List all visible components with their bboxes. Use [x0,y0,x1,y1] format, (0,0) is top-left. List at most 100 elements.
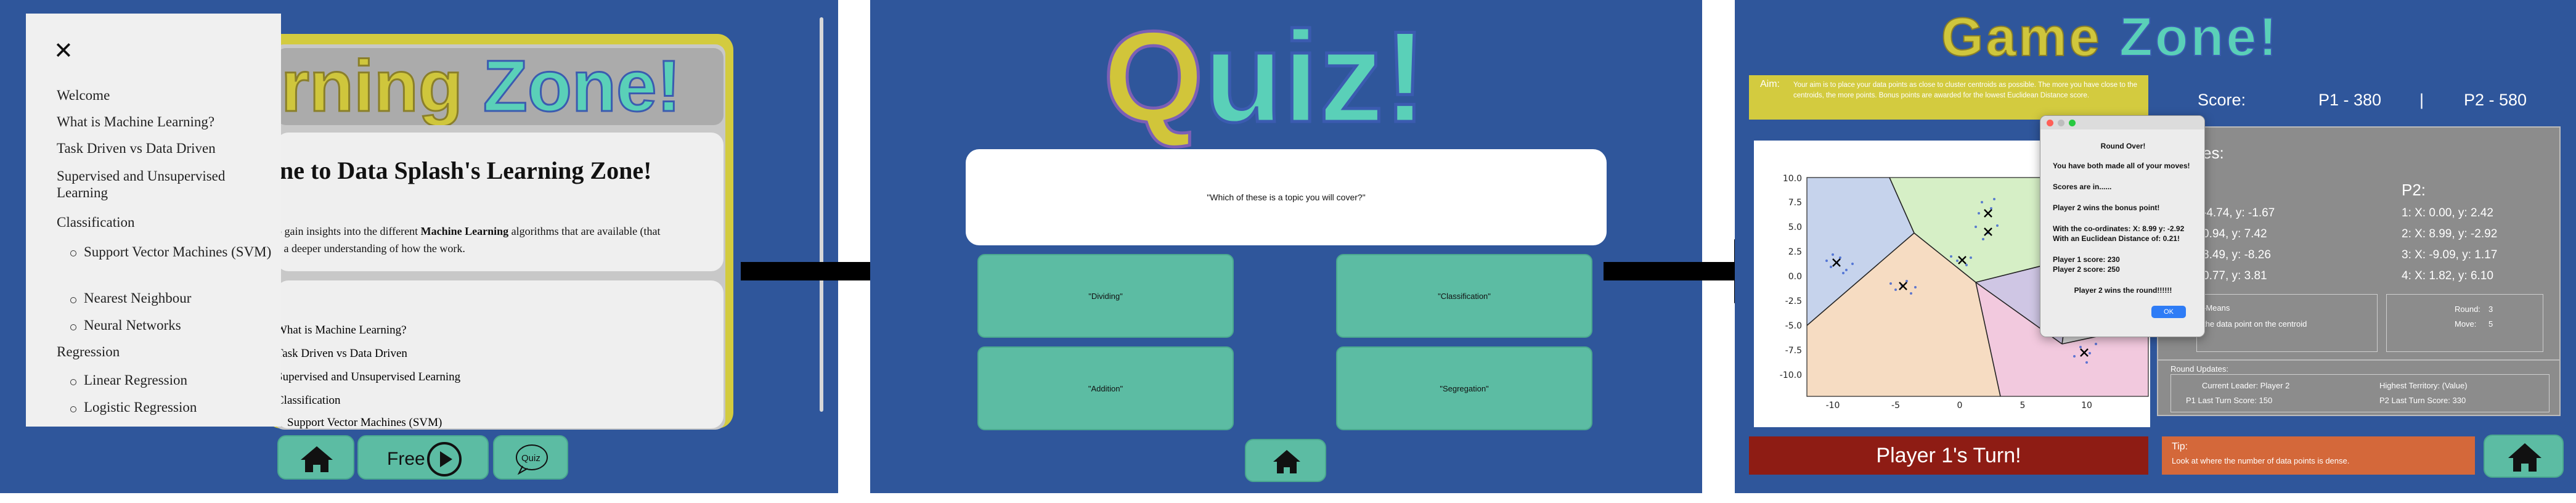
p2-move: 3: X: -9.09, y: 1.17 [2402,248,2498,261]
sidebar-item-linear-regression[interactable]: Linear Regression [84,372,187,388]
scrollbar[interactable] [820,17,823,412]
highest-territory: Highest Territory: (Value) [2379,381,2468,390]
quiz-title: Quiz! [1101,4,1428,149]
sidebar-menu: ✕ Welcome What is Machine Learning? Task… [26,14,281,427]
sidebar-item-what-is-ml[interactable]: What is Machine Learning? [57,114,214,130]
answer-button[interactable]: "Segregation" [1336,346,1592,430]
maximize-window-icon[interactable] [2069,120,2076,126]
p1-move: -4.74, y: -1.67 [2203,207,2275,219]
round-info-box: Round: 3 Move: 5 [2386,294,2543,352]
moves-panel: es: P2: -4.74, y: -1.67 0.94, y: 7.42 8.… [2157,126,2561,416]
x-tick: 5 [2020,401,2026,411]
dialog-titlebar [2040,116,2204,129]
dialog-winner: Player 2 wins the round!!!!!! [2074,286,2172,295]
bullet-icon [70,379,76,385]
home-icon [2508,443,2541,472]
y-tick: -5.0 [1785,321,1802,331]
close-icon[interactable]: ✕ [54,39,73,63]
free-label: Free [387,449,425,469]
dialog-line: With an Euclidean Distance of: 0.21! [2053,234,2180,243]
tip-label: Tip: [2172,441,2188,452]
answer-button[interactable]: "Addition" [977,346,1234,430]
answer-button[interactable]: "Dividing" [977,254,1234,338]
y-tick: 5.0 [1788,223,1802,232]
y-tick: -7.5 [1785,346,1802,356]
dialog-line: Player 2 wins the bonus point! [2053,203,2160,212]
play-icon [427,442,462,476]
game-zone-title: Game Zone! [1941,6,2280,68]
y-tick: 2.5 [1788,247,1802,257]
sidebar-item-welcome[interactable]: Welcome [57,88,110,104]
p2-last-turn: P2 Last Turn Score: 330 [2379,396,2466,405]
aim-text: Your aim is to place your data points as… [1793,81,2138,99]
sidebar-item-regression[interactable]: Regression [57,344,120,360]
home-button[interactable] [1245,439,1326,482]
divider [2158,359,2559,361]
aim-label: Aim: [1760,79,1780,89]
learning-zone-title: rning Zone! [276,48,723,125]
sidebar-item-supervised[interactable]: Supervised and Unsupervised Learning [57,168,266,201]
y-tick: 7.5 [1788,198,1802,208]
quiz-button[interactable]: Quiz [493,435,568,480]
p1-score: P1 - 380 [2318,91,2382,109]
bullet-icon [70,250,76,256]
home-icon [301,446,333,472]
round-over-dialog: Round Over! You have both made all of yo… [2040,115,2205,337]
round-label: Round: [2455,305,2480,314]
move-value: 5 [2488,319,2493,329]
toc-item[interactable]: Task Driven vs Data Driven [276,347,407,361]
p1-move: 8.49, y: -8.26 [2203,248,2271,261]
sidebar-item-classification[interactable]: Classification [57,215,134,231]
p2-move: 2: X: 8.99, y: -2.92 [2402,227,2498,240]
x-tick: -5 [1891,401,1900,411]
p1-last-turn: P1 Last Turn Score: 150 [2186,396,2273,405]
toc-item[interactable]: Support Vector Machines (SVM) [287,416,442,428]
bullet-icon [70,324,76,330]
welcome-card: ne to Data Splash's Learning Zone! o gai… [276,133,723,271]
turn-indicator: Player 1's Turn! [1749,436,2148,475]
close-window-icon[interactable] [2047,120,2053,126]
round-value: 3 [2488,305,2493,314]
toc-item[interactable]: What is Machine Learning? [276,324,407,337]
question-box: "Which of these is a topic you will cove… [966,149,1607,245]
sidebar-item-logistic-regression[interactable]: Logistic Regression [84,399,197,415]
home-icon [1273,450,1300,473]
x-tick: -10 [1826,401,1840,411]
y-tick: -2.5 [1785,296,1802,306]
score-separator: | [2419,91,2424,109]
aim-box: Aim: Your aim is to place your data poin… [1749,75,2148,120]
sidebar-item-nearest-neighbour[interactable]: Nearest Neighbour [84,290,191,306]
round-updates-label: Round Updates: [2170,364,2228,374]
intro-text-line2: e a deeper understanding of how the work… [276,242,465,255]
dialog-line: You have both made all of your moves! [2053,162,2190,170]
minimize-window-icon[interactable] [2058,120,2064,126]
ok-button[interactable]: OK [2151,306,2186,318]
free-play-button[interactable]: Free [357,435,489,480]
sidebar-item-svm[interactable]: Support Vector Machines (SVM) [84,243,281,260]
p2-move: 1: X: 0.00, y: 2.42 [2402,207,2493,219]
home-button[interactable] [2484,435,2564,478]
toc-item[interactable]: Classification [276,394,340,407]
score-label: Score: [2198,91,2246,109]
intro-text: o gain insights into the different Machi… [276,225,661,237]
round-updates-box: Current Leader: Player 2 Highest Territo… [2170,374,2550,412]
dialog-line: With the co-ordinates: X: 8.99 y: -2.92 [2053,224,2185,233]
y-tick: 0.0 [1788,272,1802,282]
x-tick: 0 [1957,401,1963,411]
p2-heading: P2: [2402,181,2426,199]
quiz-label: Quiz [521,453,540,464]
home-button[interactable] [277,435,354,480]
dialog-line: Player 1 score: 230 [2053,255,2120,264]
dialog-title: Round Over! [2100,142,2146,150]
table-of-contents-card: What is Machine Learning? Task Driven vs… [276,280,723,428]
y-tick: -10.0 [1780,370,1802,380]
sidebar-item-task-vs-data[interactable]: Task Driven vs Data Driven [57,141,216,157]
p2-score: P2 - 580 [2464,91,2527,109]
sidebar-item-neural-networks[interactable]: Neural Networks [84,317,181,333]
p1-move: 0.77, y: 3.81 [2203,269,2267,282]
p1-move: 0.94, y: 7.42 [2203,227,2267,240]
answer-button[interactable]: "Classification" [1336,254,1592,338]
kmeans-box: -Means the data point on the centroid [2196,294,2378,352]
toc-item[interactable]: Supervised and Unsupervised Learning [276,370,460,384]
dialog-line: Player 2 score: 250 [2053,265,2120,274]
